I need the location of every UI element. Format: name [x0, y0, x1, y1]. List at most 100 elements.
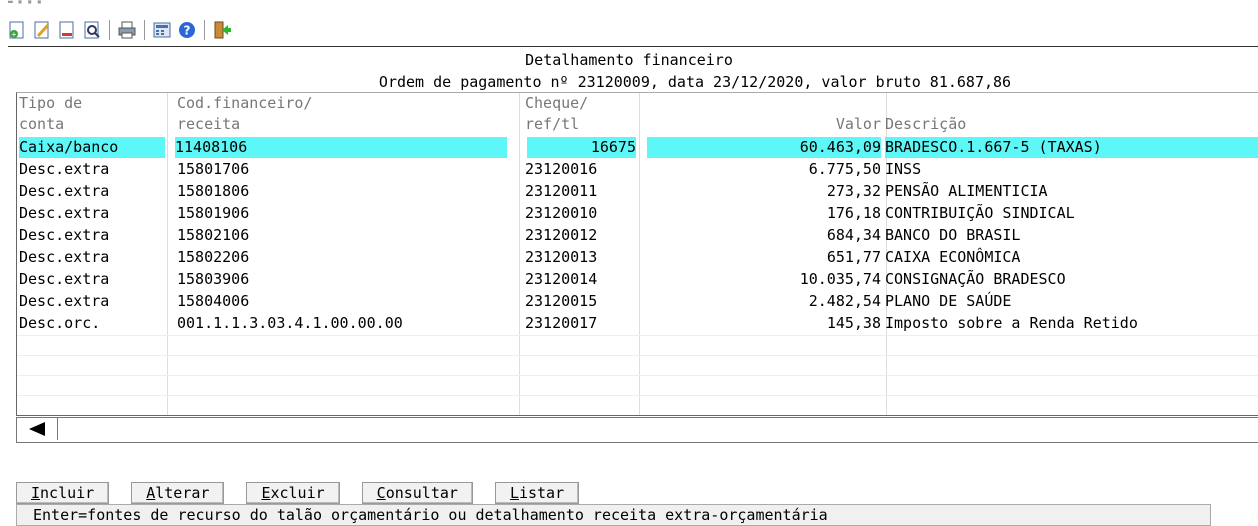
cell-cod: 15803906 [177, 270, 250, 288]
incluir-label: ncluir [40, 484, 95, 502]
header-receita: receita [177, 115, 241, 133]
empty-row-line [17, 395, 1258, 396]
cell-cod: 15801806 [177, 182, 250, 200]
cell-valor: 651,77 [826, 248, 881, 266]
preview-icon[interactable] [81, 19, 103, 41]
calculator-icon[interactable] [151, 19, 173, 41]
cell-cheque: 23120011 [525, 182, 598, 200]
consultar-label: onsultar [385, 484, 458, 502]
cell-cheque: 23120015 [525, 292, 598, 310]
header-descricao: Descrição [885, 115, 967, 133]
table-row[interactable]: Desc.extra 15802206 23120013 651,77 CAIX… [17, 247, 1258, 268]
exit-icon[interactable] [211, 19, 233, 41]
cell-valor: 273,32 [826, 182, 881, 200]
listar-label: istar [518, 484, 565, 502]
listar-hotkey: L [509, 484, 519, 502]
print-icon[interactable] [116, 19, 138, 41]
cell-cod: 15804006 [177, 292, 250, 310]
page-title: Detalhamento financeiro [525, 51, 733, 69]
cell-descricao: CONSIGNAÇÃO BRADESCO [885, 270, 1066, 288]
table-row[interactable]: Desc.extra 15802106 23120012 684,34 BANC… [17, 225, 1258, 246]
table-row[interactable]: Desc.orc. 001.1.1.3.03.4.1.00.00.00 2312… [17, 313, 1258, 334]
toolbar-separator [109, 20, 110, 40]
cell-tipo: Desc.extra [19, 292, 110, 310]
cell-cod: 001.1.1.3.03.4.1.00.00.00 [177, 314, 403, 332]
cell-tipo: Desc.extra [19, 204, 110, 222]
cell-cod: 11408106 [175, 137, 507, 158]
header-tipo: Tipo de [19, 94, 83, 112]
cell-tipo: Desc.extra [19, 226, 110, 244]
cell-cheque: 23120012 [525, 226, 598, 244]
cell-cod: 15802106 [177, 226, 250, 244]
excluir-label: xcluir [270, 484, 325, 502]
cell-valor: 2.482,54 [808, 292, 881, 310]
cell-descricao: CONTRIBUIÇÃO SINDICAL [885, 204, 1075, 222]
cell-tipo: Desc.extra [19, 160, 110, 178]
toolbar: + ? [6, 18, 233, 42]
cell-descricao: PENSÃO ALIMENTICIA [885, 182, 1048, 200]
table-row[interactable]: Desc.extra 15801906 23120010 176,18 CONT… [17, 203, 1258, 224]
toolbar-separator [144, 20, 145, 40]
cell-tipo: Desc.extra [19, 270, 110, 288]
incluir-hotkey: I [31, 484, 41, 502]
cell-cod: 15802206 [177, 248, 250, 266]
header-ref: ref/tl [525, 115, 580, 133]
cell-cod: 15801706 [177, 160, 250, 178]
cell-tipo: Desc.extra [19, 182, 110, 200]
toolbar-separator [204, 20, 205, 40]
cell-descricao: PLANO DE SAÚDE [885, 292, 1012, 310]
table-row[interactable]: Desc.extra 15803906 23120014 10.035,74 C… [17, 269, 1258, 290]
empty-row-line [17, 375, 1258, 376]
header-cod: Cod.financeiro/ [177, 94, 313, 112]
excluir-button[interactable]: Excluir [246, 482, 340, 504]
page-subtitle: Ordem de pagamento nº 23120009, data 23/… [378, 73, 1012, 91]
incluir-button[interactable]: Incluir [16, 482, 110, 504]
horizontal-scrollbar[interactable] [16, 417, 1258, 443]
cell-descricao: Imposto sobre a Renda Retido [885, 314, 1138, 332]
consultar-button[interactable]: Consultar [361, 482, 473, 504]
help-icon[interactable]: ? [176, 19, 198, 41]
alterar-button[interactable]: Alterar [131, 482, 225, 504]
financial-detail-grid[interactable]: Tipo de Cod.financeiro/ Cheque/ conta re… [16, 92, 1258, 416]
cell-cheque: 23120017 [525, 314, 598, 332]
table-header-row-2: conta receita ref/tl Valor Descrição [17, 114, 1258, 135]
header-cheque: Cheque/ [525, 94, 589, 112]
cell-valor: 176,18 [826, 204, 881, 222]
scroll-left-arrow-icon[interactable] [17, 418, 58, 440]
header-valor: Valor [835, 115, 881, 133]
svg-text:+: + [12, 30, 17, 39]
svg-text:?: ? [184, 24, 191, 38]
empty-row-line [17, 335, 1258, 336]
cell-tipo: Desc.orc. [19, 314, 101, 332]
table-row[interactable]: Desc.extra 15804006 23120015 2.482,54 PL… [17, 291, 1258, 312]
cell-valor: 684,34 [826, 226, 881, 244]
alterar-label: lterar [155, 484, 210, 502]
cell-valor: 60.463,09 [647, 137, 881, 158]
table-row-selected[interactable]: Caixa/banco 11408106 16675 60.463,09 BRA… [17, 137, 1258, 158]
blank-document-icon[interactable] [56, 19, 78, 41]
listar-button[interactable]: Listar [494, 482, 580, 504]
cell-cheque: 23120010 [525, 204, 598, 222]
cell-valor: 145,38 [826, 314, 881, 332]
edit-document-icon[interactable] [31, 19, 53, 41]
cell-cheque: 23120013 [525, 248, 598, 266]
cell-cod: 15801906 [177, 204, 250, 222]
toolbar-divider [8, 46, 1258, 47]
cell-cheque: 23120014 [525, 270, 598, 288]
action-buttons: Incluir Alterar Excluir Consultar Listar [16, 482, 580, 504]
cell-cheque: 16675 [527, 137, 636, 158]
cell-valor: 10.035,74 [799, 270, 881, 288]
cell-descricao: CAIXA ECONÔMICA [885, 248, 1021, 266]
cell-valor: 6.775,50 [808, 160, 881, 178]
cell-tipo: Caixa/banco [19, 137, 165, 158]
cell-descricao: BANCO DO BRASIL [885, 226, 1021, 244]
cell-cheque: 23120016 [525, 160, 598, 178]
empty-row-line [17, 355, 1258, 356]
cell-descricao: INSS [885, 160, 922, 178]
alterar-hotkey: A [146, 484, 156, 502]
table-row[interactable]: Desc.extra 15801806 23120011 273,32 PENS… [17, 181, 1258, 202]
new-document-icon[interactable]: + [6, 19, 28, 41]
cell-descricao: BRADESCO.1.667-5 (TAXAS) [885, 137, 1258, 158]
window-title-remnant: ▬ ▪ ▪ ▪ [8, 0, 42, 6]
table-row[interactable]: Desc.extra 15801706 23120016 6.775,50 IN… [17, 159, 1258, 180]
